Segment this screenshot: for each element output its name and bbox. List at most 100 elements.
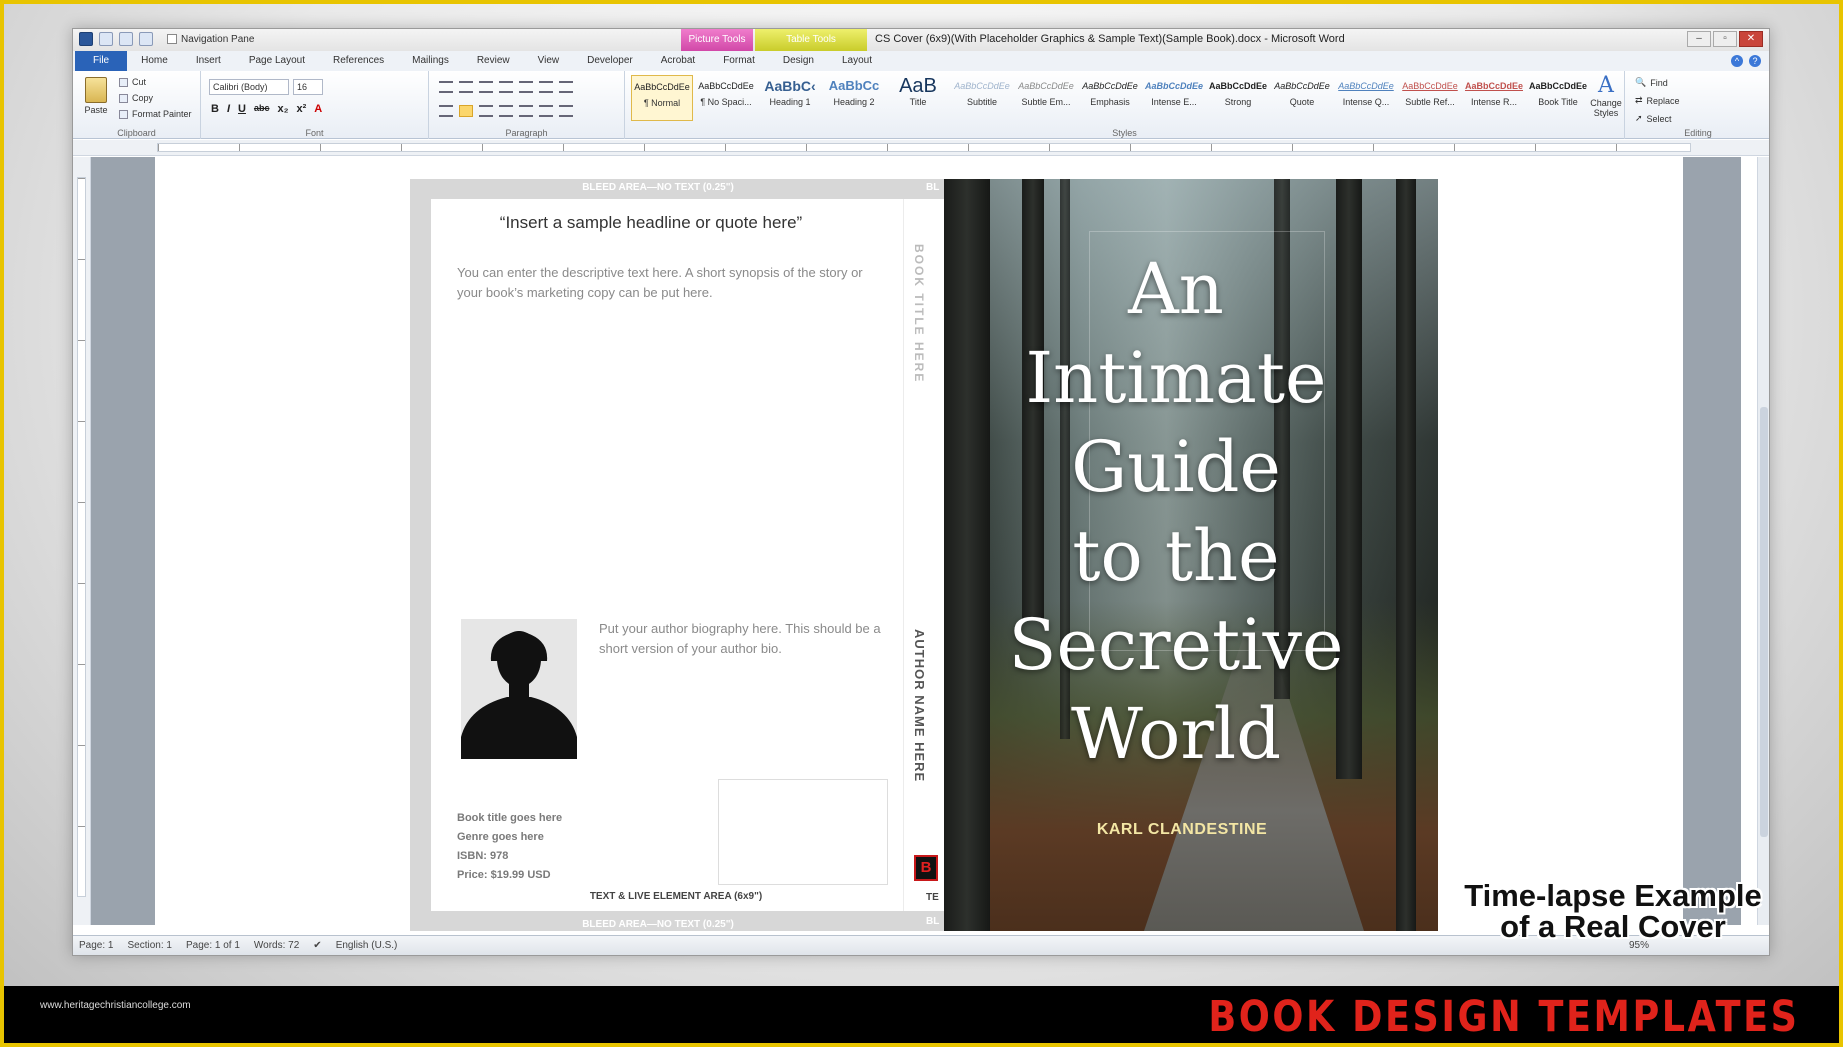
- tab-mailings[interactable]: Mailings: [398, 51, 463, 71]
- style-strong[interactable]: AaBbCcDdEe Strong: [1207, 75, 1269, 121]
- horizontal-ruler[interactable]: [73, 140, 1769, 156]
- change-styles-button[interactable]: A Change Styles: [1589, 73, 1623, 118]
- tab-layout[interactable]: Layout: [828, 51, 886, 71]
- style-normal[interactable]: AaBbCcDdEe ¶ Normal: [631, 75, 693, 121]
- font-family-select[interactable]: Calibri (Body): [209, 79, 289, 95]
- style-name: Subtitle: [966, 97, 998, 107]
- tab-references[interactable]: References: [319, 51, 398, 71]
- italic-button[interactable]: I: [227, 103, 230, 115]
- status-section[interactable]: Section: 1: [127, 940, 171, 951]
- scrollbar-thumb[interactable]: [1760, 407, 1768, 837]
- status-page[interactable]: Page: 1: [79, 940, 113, 951]
- book-metadata[interactable]: Book title goes here Genre goes here ISB…: [457, 809, 562, 885]
- shading-icon[interactable]: [539, 105, 553, 117]
- window-controls: – ▫ ✕: [1687, 31, 1763, 47]
- spine-title[interactable]: BOOK TITLE HERE: [912, 244, 926, 383]
- align-right-icon[interactable]: [479, 105, 493, 117]
- maximize-button[interactable]: ▫: [1713, 31, 1737, 47]
- cover-title[interactable]: An Intimate Guide to the Secretive World: [944, 245, 1408, 779]
- style-name: ¶ No Spaci...: [700, 97, 752, 107]
- underline-button[interactable]: U: [238, 103, 246, 115]
- select-button[interactable]: ➚ Select: [1635, 113, 1672, 124]
- tab-design[interactable]: Design: [769, 51, 828, 71]
- style-subtitle[interactable]: AaBbCcDdEe Subtitle: [951, 75, 1013, 121]
- bullets-icon[interactable]: [439, 81, 453, 93]
- back-cover[interactable]: “Insert a sample headline or quote here”…: [431, 199, 903, 911]
- pilcrow-icon[interactable]: [559, 81, 573, 93]
- style-subtle-emphasis[interactable]: AaBbCcDdEe Subtle Em...: [1015, 75, 1077, 121]
- word-icon[interactable]: [79, 32, 93, 46]
- multilevel-list-icon[interactable]: [479, 81, 493, 93]
- back-cover-headline[interactable]: “Insert a sample headline or quote here”: [431, 213, 871, 233]
- style-name: Intense Q...: [1342, 97, 1390, 107]
- tab-review[interactable]: Review: [463, 51, 524, 71]
- line-spacing-icon[interactable]: [519, 105, 533, 117]
- tab-file[interactable]: File: [75, 51, 128, 71]
- numbering-icon[interactable]: [459, 81, 473, 93]
- style-intense-emphasis[interactable]: AaBbCcDdEe Intense E...: [1143, 75, 1205, 121]
- spine[interactable]: BOOK TITLE HERE AUTHOR NAME HERE B: [903, 199, 944, 911]
- close-button[interactable]: ✕: [1739, 31, 1763, 47]
- increase-indent-icon[interactable]: [519, 81, 533, 93]
- style-emphasis[interactable]: AaBbCcDdEe Emphasis: [1079, 75, 1141, 121]
- status-page-of[interactable]: Page: 1 of 1: [186, 940, 240, 951]
- format-painter-button[interactable]: Format Painter: [119, 109, 192, 119]
- decrease-indent-icon[interactable]: [499, 81, 513, 93]
- save-icon[interactable]: [99, 32, 113, 46]
- justify-icon[interactable]: [499, 105, 513, 117]
- style-intense-reference[interactable]: AaBbCcDdEe Intense R...: [1463, 75, 1525, 121]
- font-color-button[interactable]: A: [314, 103, 322, 115]
- align-center-icon[interactable]: [459, 105, 473, 117]
- cut-button[interactable]: Cut: [119, 77, 146, 87]
- paste-button[interactable]: Paste: [81, 77, 111, 115]
- style-intense-quote[interactable]: AaBbCcDdEe Intense Q...: [1335, 75, 1397, 121]
- style-book-title[interactable]: AaBbCcDdEe Book Title: [1527, 75, 1589, 121]
- status-words[interactable]: Words: 72: [254, 940, 299, 951]
- proofing-icon[interactable]: ✔: [313, 940, 321, 951]
- redo-icon[interactable]: [139, 32, 153, 46]
- vertical-ruler[interactable]: [73, 157, 91, 925]
- ribbon-minimize-icon[interactable]: ^: [1731, 55, 1743, 67]
- copy-button[interactable]: Copy: [119, 93, 153, 103]
- find-button[interactable]: 🔍 Find: [1635, 77, 1668, 88]
- style-subtle-reference[interactable]: AaBbCcDdEe Subtle Ref...: [1399, 75, 1461, 121]
- strikethrough-button[interactable]: abc: [254, 103, 270, 115]
- tab-home[interactable]: Home: [127, 51, 182, 71]
- tab-view[interactable]: View: [524, 51, 574, 71]
- superscript-button[interactable]: x²: [297, 103, 307, 115]
- tab-acrobat[interactable]: Acrobat: [647, 51, 709, 71]
- tab-insert[interactable]: Insert: [182, 51, 235, 71]
- help-icon[interactable]: ?: [1749, 55, 1761, 67]
- font-size-select[interactable]: 16: [293, 79, 323, 95]
- navigation-pane-toggle[interactable]: Navigation Pane: [167, 34, 254, 45]
- vertical-scrollbar[interactable]: [1757, 157, 1769, 925]
- back-cover-description[interactable]: You can enter the descriptive text here.…: [457, 263, 881, 303]
- tab-format[interactable]: Format: [709, 51, 769, 71]
- subscript-button[interactable]: x₂: [277, 103, 288, 115]
- sort-icon[interactable]: [539, 81, 553, 93]
- undo-icon[interactable]: [119, 32, 133, 46]
- author-photo[interactable]: [461, 619, 577, 759]
- bold-button[interactable]: B: [211, 103, 219, 115]
- style-no-spacing[interactable]: AaBbCcDdEe ¶ No Spaci...: [695, 75, 757, 121]
- front-cover-image[interactable]: An Intimate Guide to the Secretive World…: [944, 179, 1438, 931]
- tab-developer[interactable]: Developer: [573, 51, 647, 71]
- checkbox-icon[interactable]: [167, 34, 177, 44]
- borders-icon[interactable]: [559, 105, 573, 117]
- style-name: Strong: [1224, 97, 1252, 107]
- tab-page-layout[interactable]: Page Layout: [235, 51, 319, 71]
- style-quote[interactable]: AaBbCcDdEe Quote: [1271, 75, 1333, 121]
- style-heading-2[interactable]: AaBbCc Heading 2: [823, 75, 885, 121]
- style-preview: AaBbC‹: [764, 78, 816, 94]
- author-bio[interactable]: Put your author biography here. This sho…: [599, 619, 887, 659]
- spine-author[interactable]: AUTHOR NAME HERE: [912, 629, 927, 782]
- replace-button[interactable]: ⇄ Replace: [1635, 95, 1680, 106]
- barcode-placeholder[interactable]: [718, 779, 888, 885]
- status-language[interactable]: English (U.S.): [336, 940, 398, 951]
- ribbon: Paste Cut Copy Format Painter Clipboard …: [73, 71, 1769, 139]
- align-left-icon[interactable]: [439, 105, 453, 117]
- minimize-button[interactable]: –: [1687, 31, 1711, 47]
- style-heading-1[interactable]: AaBbC‹ Heading 1: [759, 75, 821, 121]
- style-title[interactable]: AaB Title: [887, 75, 949, 121]
- cover-author[interactable]: KARL CLANDESTINE: [944, 821, 1420, 839]
